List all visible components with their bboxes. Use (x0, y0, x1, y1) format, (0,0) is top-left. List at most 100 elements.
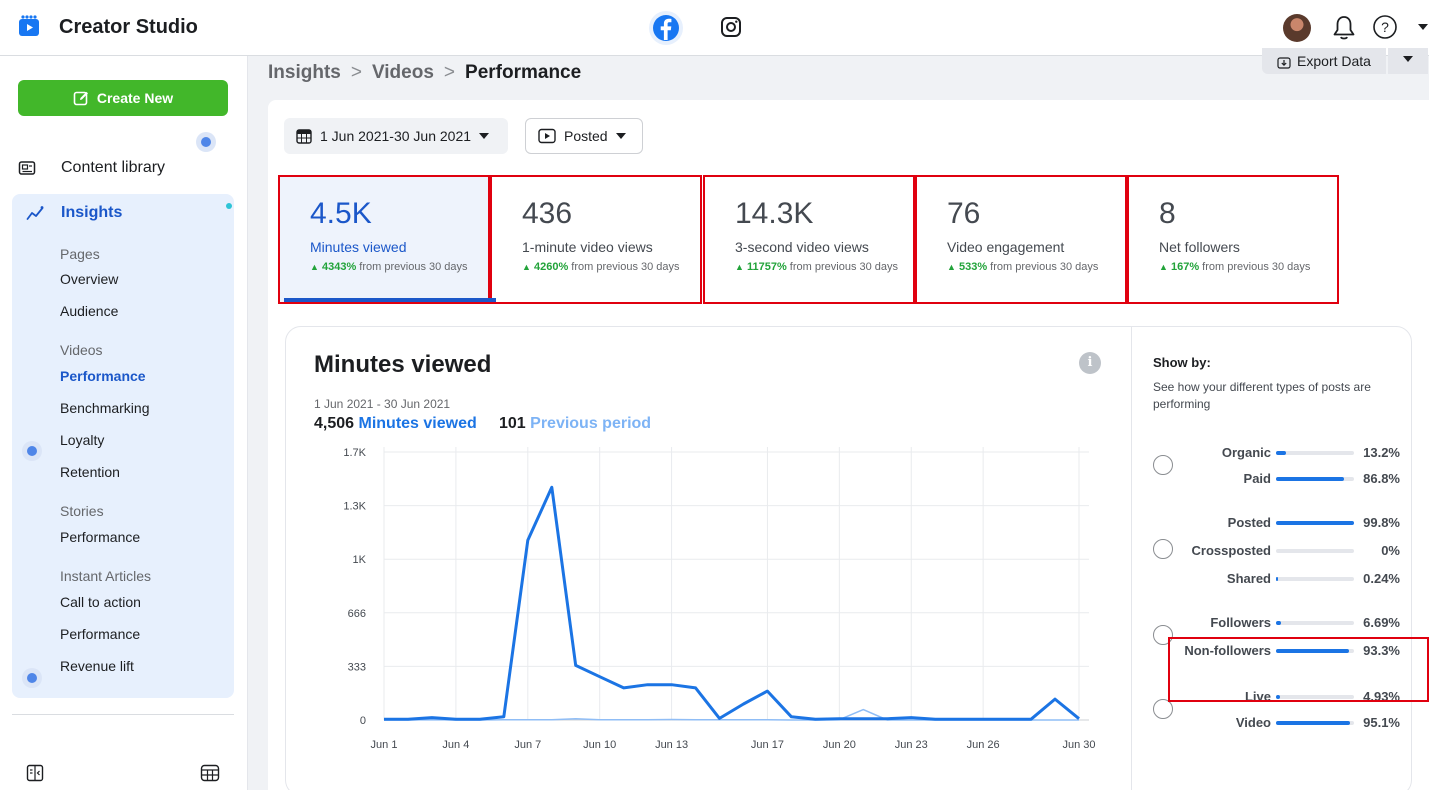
metric-change: ▲ 4343% from previous 30 days (310, 261, 468, 273)
account-chevron-down-icon[interactable] (1418, 24, 1428, 30)
facebook-icon[interactable] (646, 8, 686, 48)
info-icon[interactable]: i (1079, 352, 1101, 374)
breakdown-percent: 13.2% (1363, 445, 1400, 460)
breakdown-row: Crossposted 0% (1132, 541, 1414, 561)
breadcrumb: Insights > Videos > Performance (268, 62, 581, 84)
y-tick-label: 1.7K (343, 447, 366, 459)
breadcrumb-insights[interactable]: Insights (268, 62, 341, 84)
post-type-dropdown[interactable]: Posted (525, 118, 643, 154)
sidebar: Create New Content library Insights Page… (0, 56, 248, 790)
calendar-icon (296, 129, 312, 144)
metric-value: 14.3K (735, 197, 814, 230)
section-pages: Pages (60, 246, 100, 262)
y-tick-label: 1K (353, 554, 367, 566)
chart-title: Minutes viewed (314, 351, 492, 378)
help-icon[interactable]: ? (1372, 14, 1398, 40)
metric-card-video-engagement[interactable]: 76 Video engagement ▲ 533% from previous… (915, 175, 1127, 304)
sidebar-item-video-performance[interactable]: Performance (60, 368, 146, 384)
sidebar-item-call-to-action[interactable]: Call to action (60, 594, 141, 610)
svg-text:?: ? (1381, 19, 1389, 35)
metric-card-net-followers[interactable]: 8 Net followers ▲ 167% from previous 30 … (1127, 175, 1339, 304)
total-label: Minutes viewed (358, 415, 477, 432)
metric-card-1-minute-views[interactable]: 436 1-minute video views ▲ 4260% from pr… (490, 175, 702, 304)
line-chart: 0 333 666 1K 1.3K 1.7K Jun 1 Jun 4 Jun 7 Jun 10 Ju… (343, 447, 1096, 751)
metric-change: ▲ 167% from previous 30 days (1159, 261, 1311, 273)
sidebar-item-overview[interactable]: Overview (60, 271, 118, 287)
creator-studio-logo-icon (19, 15, 39, 36)
status-dot (22, 668, 42, 688)
breadcrumb-videos[interactable]: Videos (372, 62, 434, 84)
compose-icon (73, 91, 88, 106)
x-tick-label: Jun 26 (967, 739, 1000, 751)
show-by-description: See how your different types of posts ar… (1153, 380, 1371, 411)
y-tick-label: 333 (348, 661, 366, 673)
breakdown-bar-fill (1276, 521, 1354, 525)
status-dot (196, 132, 216, 152)
breakdown-bar-fill (1276, 577, 1278, 581)
date-range-dropdown[interactable]: 1 Jun 2021-30 Jun 2021 (284, 118, 508, 154)
breakdown-row: Paid 86.8% (1132, 469, 1414, 489)
create-new-button[interactable]: Create New (18, 80, 228, 116)
breakdown-percent: 6.69% (1363, 615, 1400, 630)
metric-card-3-second-views[interactable]: 14.3K 3-second video views ▲ 11757% from… (703, 175, 915, 304)
export-data-button[interactable]: Export Data (1262, 48, 1386, 74)
breakdown-row: Video 95.1% (1132, 713, 1414, 733)
sidebar-item-benchmarking[interactable]: Benchmarking (60, 400, 150, 416)
metric-label: Minutes viewed (310, 239, 407, 255)
metric-change: ▲ 533% from previous 30 days (947, 261, 1099, 273)
sidebar-item-articles-performance[interactable]: Performance (60, 626, 140, 642)
breakdown-bar-track (1276, 521, 1354, 525)
metric-label: Net followers (1159, 239, 1240, 255)
breakdown-percent: 95.1% (1363, 715, 1400, 730)
x-tick-label: Jun 7 (514, 739, 541, 751)
section-videos: Videos (60, 342, 103, 358)
chevron-down-icon (615, 133, 626, 139)
export-options-dropdown[interactable] (1388, 48, 1428, 74)
highlight-box (1168, 637, 1429, 702)
breakdown-label: Paid (1243, 471, 1271, 486)
breakdown-bar-track (1276, 721, 1354, 725)
metric-label: 1-minute video views (522, 239, 653, 255)
selected-metric-indicator (284, 298, 496, 302)
breakdown-row: Organic 13.2% (1132, 443, 1414, 463)
metric-value: 4.5K (310, 197, 372, 230)
create-new-label: Create New (96, 90, 174, 106)
metric-change: ▲ 4260% from previous 30 days (522, 261, 680, 273)
collapse-panel-icon[interactable] (26, 764, 44, 782)
breakdown-label: Shared (1226, 571, 1271, 586)
breakdown-bar-track (1276, 477, 1354, 481)
breakdown-bar-fill (1276, 621, 1282, 625)
table-view-icon[interactable] (200, 764, 220, 782)
top-bar: Creator Studio ? (0, 0, 1429, 56)
x-tick-label: Jun 30 (1062, 739, 1095, 751)
metric-value: 436 (522, 197, 573, 230)
metric-label: 3-second video views (735, 239, 869, 255)
insights-icon (26, 206, 44, 220)
sidebar-item-revenue-lift[interactable]: Revenue lift (60, 658, 134, 674)
chart-date-range: 1 Jun 2021 - 30 Jun 2021 (314, 397, 451, 411)
breakdown-percent: 0.24% (1363, 571, 1400, 586)
instagram-icon[interactable] (719, 15, 743, 39)
sidebar-item-retention[interactable]: Retention (60, 464, 120, 480)
breakdown-bar-fill (1276, 721, 1351, 725)
breakdown-bar-track (1276, 621, 1354, 625)
sidebar-item-loyalty[interactable]: Loyalty (60, 432, 104, 448)
metric-card-minutes-viewed[interactable]: 4.5K Minutes viewed ▲ 4343% from previou… (278, 175, 490, 304)
breakdown-label: Organic (1221, 445, 1271, 460)
sidebar-item-audience[interactable]: Audience (60, 303, 118, 319)
x-tick-label: Jun 20 (823, 739, 856, 751)
section-instant-articles: Instant Articles (60, 568, 152, 584)
series-line-minutes-viewed (384, 485, 1080, 721)
sidebar-item-insights[interactable]: Insights (26, 202, 122, 224)
avatar[interactable] (1283, 14, 1311, 42)
section-stories: Stories (60, 503, 104, 519)
bell-icon[interactable] (1331, 14, 1357, 42)
sidebar-item-stories-performance[interactable]: Performance (60, 529, 140, 545)
breakdown-percent: 86.8% (1363, 471, 1400, 486)
notification-dot (226, 203, 232, 209)
sidebar-item-content-library[interactable]: Content library (18, 156, 165, 180)
post-type-value: Posted (564, 128, 608, 144)
breakdown-percent: 0% (1381, 543, 1400, 558)
metric-value: 76 (947, 197, 981, 230)
breadcrumb-separator: > (443, 62, 456, 83)
